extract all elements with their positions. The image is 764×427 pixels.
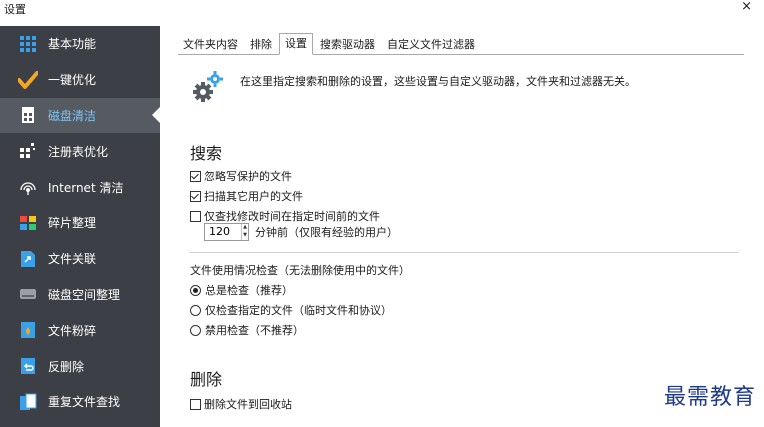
radio-label: 仅检查指定的文件（临时文件和协议） — [205, 304, 392, 317]
file-shred-icon — [18, 320, 38, 340]
disk-clean-icon — [18, 105, 38, 125]
radio-dot[interactable] — [190, 324, 201, 336]
disk-space-icon — [18, 284, 38, 304]
info-text: 在这里指定搜索和删除的设置，这些设置与自定义驱动器，文件夹和过滤器无关。 — [240, 75, 636, 88]
close-button[interactable]: × — [741, 0, 752, 14]
sidebar-item-one-click-optimize[interactable]: 一键优化 — [0, 62, 160, 98]
sidebar-item-label: 磁盘清洁 — [48, 108, 97, 123]
gears-icon — [190, 70, 224, 107]
spin-up-icon[interactable]: ▲ — [242, 224, 248, 232]
minutes-setting: ▲ ▼ 分钟前（仅限有经验的用户） — [204, 223, 398, 241]
radio-dot[interactable] — [190, 304, 201, 316]
minutes-spinner[interactable]: ▲ ▼ — [204, 223, 249, 241]
sidebar-item-disk-clean[interactable]: 磁盘清洁 — [0, 97, 161, 134]
file-link-icon — [18, 249, 38, 269]
checkbox-box[interactable] — [190, 170, 201, 182]
tab-exclusions[interactable]: 排除 — [245, 36, 277, 54]
title-bar: 设置 × — [0, 0, 764, 16]
duplicate-files-icon — [18, 392, 38, 412]
sidebar-item-label: 基本功能 — [48, 37, 97, 52]
section-divider — [190, 252, 738, 253]
grid-icon — [18, 34, 38, 54]
sidebar-item-label: 注册表优化 — [48, 144, 109, 159]
usage-disabled-radio[interactable]: 禁用检查（不推荐） — [190, 322, 304, 338]
delete-section-title: 删除 — [190, 370, 223, 389]
sidebar-item-basic-functions[interactable]: 基本功能 — [0, 26, 160, 62]
checkbox-label: 仅查找修改时间在指定时间前的文件 — [204, 210, 380, 223]
radio-label: 禁用检查（不推荐） — [205, 324, 304, 337]
checkbox-label: 扫描其它用户的文件 — [204, 190, 303, 203]
defrag-icon — [18, 213, 38, 233]
sidebar-item-file-association[interactable]: 文件关联 — [0, 241, 160, 277]
tab-folder-contents[interactable]: 文件夹内容 — [178, 36, 243, 54]
usage-check-title: 文件使用情况检查（无法删除使用中的文件） — [190, 264, 410, 277]
usage-always-radio[interactable]: 总是检查（推荐） — [190, 282, 293, 298]
ignore-protected-checkbox[interactable]: 忽略写保护的文件 — [190, 168, 292, 184]
settings-panel: 文件夹内容 排除 设置 搜索驱动器 自定义文件过滤器 在这里指定搜索和删除的设置… — [160, 26, 764, 427]
watermark: 最需教育 — [663, 385, 756, 410]
sidebar-item-label: 一键优化 — [48, 73, 97, 88]
scan-other-users-checkbox[interactable]: 扫描其它用户的文件 — [190, 188, 303, 204]
only-modified-before-checkbox[interactable]: 仅查找修改时间在指定时间前的文件 — [190, 208, 380, 224]
sidebar-item-label: 反删除 — [48, 359, 85, 374]
sidebar-item-disk-space[interactable]: 磁盘空间整理 — [0, 277, 160, 313]
delete-to-recycle-checkbox[interactable]: 删除文件到回收站 — [190, 396, 292, 412]
sidebar-item-duplicate-finder[interactable]: 重复文件查找 — [0, 384, 160, 420]
sidebar-item-defrag[interactable]: 碎片整理 — [0, 205, 160, 241]
checkbox-box[interactable] — [190, 190, 201, 202]
sidebar: 基本功能 一键优化 磁盘清洁 注册表优化 Internet 清洁 碎片整理 文件… — [0, 26, 161, 427]
sidebar-item-label: 重复文件查找 — [48, 395, 121, 410]
search-section-title: 搜索 — [190, 144, 223, 163]
checkbox-box[interactable] — [190, 398, 201, 410]
tab-search-drives[interactable]: 搜索驱动器 — [315, 36, 380, 54]
sidebar-item-label: 文件粉碎 — [48, 323, 97, 338]
sidebar-item-label: 碎片整理 — [48, 216, 97, 231]
sidebar-item-label: 磁盘空间整理 — [48, 287, 121, 302]
window-title: 设置 — [4, 3, 26, 16]
minutes-input[interactable] — [205, 224, 241, 240]
sidebar-item-undelete[interactable]: 反删除 — [0, 348, 160, 384]
info-box: 在这里指定搜索和删除的设置，这些设置与自定义驱动器，文件夹和过滤器无关。 — [190, 70, 750, 110]
radio-label: 总是检查（推荐） — [205, 284, 293, 297]
minutes-label: 分钟前（仅限有经验的用户） — [255, 226, 398, 239]
globe-icon — [18, 177, 38, 197]
checkbox-box[interactable] — [190, 210, 201, 222]
checkbox-label: 忽略写保护的文件 — [204, 170, 292, 183]
spin-down-icon[interactable]: ▼ — [242, 232, 248, 240]
tab-settings[interactable]: 设置 — [279, 33, 313, 55]
sidebar-item-registry[interactable]: 注册表优化 — [0, 133, 160, 169]
sidebar-item-label: Internet 清洁 — [48, 180, 124, 195]
radio-dot[interactable] — [190, 284, 201, 296]
sidebar-item-file-shredder[interactable]: 文件粉碎 — [0, 312, 160, 348]
undelete-icon — [18, 356, 38, 376]
checkmark-icon — [18, 70, 38, 90]
usage-specified-radio[interactable]: 仅检查指定的文件（临时文件和协议） — [190, 302, 392, 318]
registry-icon — [18, 141, 38, 161]
sidebar-item-internet-clean[interactable]: Internet 清洁 — [0, 169, 160, 205]
sidebar-item-label: 文件关联 — [48, 252, 97, 267]
tab-bar: 文件夹内容 排除 设置 搜索驱动器 自定义文件过滤器 — [178, 32, 744, 55]
checkbox-label: 删除文件到回收站 — [204, 398, 292, 411]
tab-custom-filters[interactable]: 自定义文件过滤器 — [382, 36, 480, 54]
